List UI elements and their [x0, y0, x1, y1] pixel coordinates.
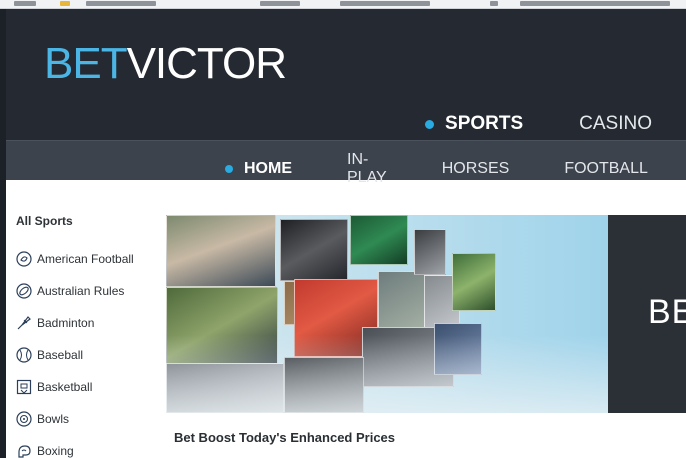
betvictor-logo[interactable]: BETVICTOR [44, 39, 287, 88]
sidebar-item-label: Baseball [37, 348, 84, 362]
sidebar-item-basketball[interactable]: Basketball [16, 371, 134, 403]
nav-casino-label: CASINO [579, 113, 652, 134]
baseball-icon [16, 347, 32, 363]
subnav-home[interactable]: HOME [225, 160, 292, 178]
star-icon[interactable] [490, 1, 498, 6]
banner-fog-overlay [166, 335, 608, 413]
bookmark-item[interactable] [260, 1, 300, 6]
browser-toolbar-strip [0, 0, 686, 9]
sports-list: American Football Australian Rules Badmi… [16, 243, 134, 458]
sports-sidebar: All Sports American Football Australian … [6, 180, 160, 458]
subnav-football[interactable]: FOOTBALL [564, 160, 648, 178]
sidebar-item-badminton[interactable]: Badminton [16, 307, 134, 339]
bookmark-item[interactable] [340, 1, 430, 6]
sidebar-item-bowls[interactable]: Bowls [16, 403, 134, 435]
nav-sports[interactable]: SPORTS [425, 113, 523, 135]
badminton-icon [17, 316, 31, 330]
active-indicator-dot-icon [425, 119, 435, 129]
subnav-horses[interactable]: HORSES [442, 160, 510, 178]
american-football-icon [16, 251, 32, 267]
sidebar-item-label: American Football [37, 252, 134, 266]
bookmark-favicon-icon [60, 1, 70, 6]
logo-bet-text: BET [44, 39, 128, 88]
sidebar-item-label: Badminton [37, 316, 95, 330]
cricket-photo-tile [166, 215, 276, 287]
subnav-in-play-label: IN-PLAY [347, 151, 387, 186]
sidebar-item-american-football[interactable]: American Football [16, 243, 134, 275]
logo-victor-text: VICTOR [126, 39, 287, 88]
subnav-in-play[interactable]: IN-PLAY [347, 151, 387, 187]
sidebar-item-baseball[interactable]: Baseball [16, 339, 134, 371]
bookmark-item[interactable] [520, 1, 670, 6]
photo-tile [378, 271, 430, 331]
bookmark-item[interactable] [86, 1, 156, 6]
nav-casino[interactable]: CASINO [579, 113, 652, 135]
subnav-football-label: FOOTBALL [564, 160, 648, 177]
bookmark-item[interactable] [14, 1, 36, 6]
sidebar-item-label: Australian Rules [37, 284, 125, 298]
boxing-photo-tile [280, 219, 348, 281]
snooker-photo-tile [350, 215, 408, 265]
subnav-horses-label: HORSES [441, 160, 510, 177]
subnav-home-label: HOME [244, 160, 292, 177]
rugby-photo-tile [452, 253, 496, 311]
sidebar-item-boxing[interactable]: Boxing [16, 435, 134, 458]
promo-banner[interactable]: BE [166, 215, 686, 413]
bet-boost-heading[interactable]: Bet Boost Today's Enhanced Prices [174, 430, 395, 445]
nav-sports-label: SPORTS [445, 113, 524, 134]
active-indicator-dot-icon [225, 165, 233, 173]
sidebar-item-label: Boxing [37, 444, 74, 458]
sidebar-title[interactable]: All Sports [16, 214, 73, 228]
top-navigation: SPORTS CASINO [369, 113, 652, 135]
photo-tile [414, 229, 446, 275]
banner-headline: BE [648, 293, 686, 331]
site-header: BETVICTOR SPORTS CASINO [6, 9, 686, 140]
boxing-icon [18, 445, 31, 458]
australian-rules-icon [16, 283, 32, 299]
sidebar-item-label: Basketball [37, 380, 93, 394]
sidebar-item-australian-rules[interactable]: Australian Rules [16, 275, 134, 307]
sidebar-item-label: Bowls [37, 412, 70, 426]
basketball-icon [16, 379, 32, 395]
bowls-icon [16, 411, 32, 427]
sports-sub-navigation: HOME IN-PLAY HORSES FOOTBALL [6, 140, 686, 186]
